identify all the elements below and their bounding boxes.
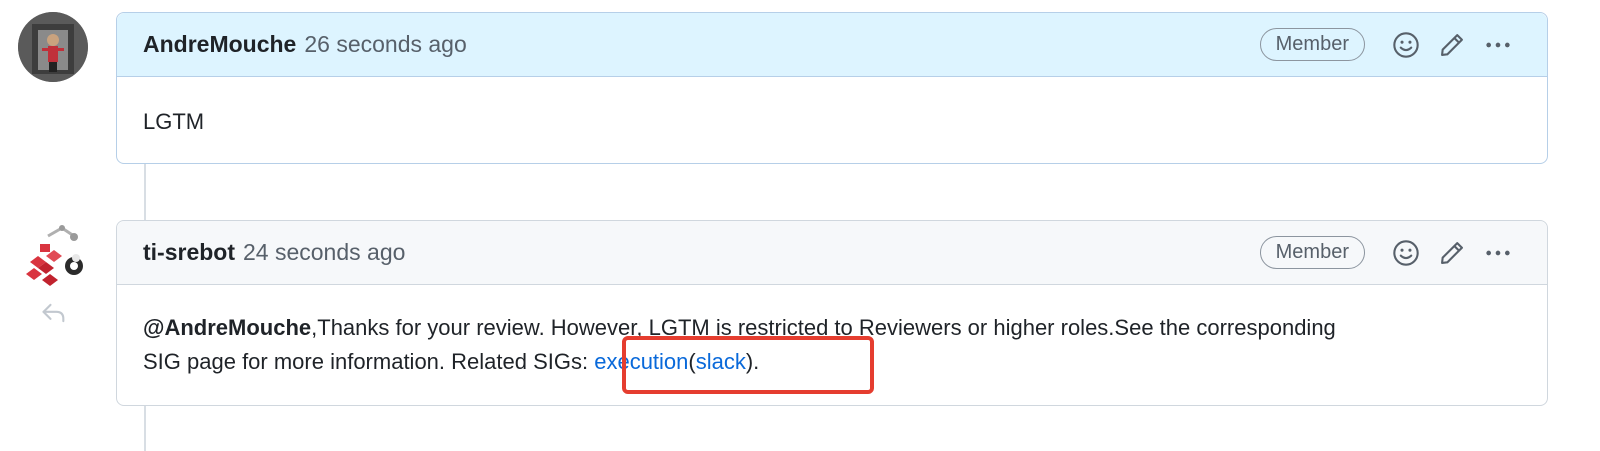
member-badge: Member — [1259, 28, 1365, 61]
pencil-icon — [1441, 241, 1463, 264]
avatar-image — [18, 12, 88, 82]
pencil-icon — [1441, 33, 1463, 56]
add-reaction-button[interactable] — [1390, 237, 1422, 269]
smiley-icon — [1393, 239, 1419, 266]
comment-text: LGTM — [143, 109, 205, 134]
avatar[interactable] — [18, 12, 88, 82]
comment-header: AndreMouche 26 seconds ago Member — [117, 13, 1547, 77]
kebab-horizontal-icon — [1486, 42, 1510, 47]
comment-author[interactable]: AndreMouche — [143, 31, 296, 58]
add-reaction-button[interactable] — [1390, 29, 1422, 61]
bot-avatar-image — [26, 225, 83, 286]
member-badge: Member — [1259, 236, 1365, 269]
user-mention-link[interactable]: @AndreMouche — [143, 315, 311, 340]
comment-timestamp[interactable]: 26 seconds ago — [304, 31, 466, 58]
reply-icon[interactable] — [40, 300, 68, 326]
highlight-annotation — [622, 336, 874, 394]
comment-text: SIG page for more information. Related S… — [143, 349, 595, 374]
comment-timestamp[interactable]: 24 seconds ago — [243, 239, 405, 266]
comment-author[interactable]: ti-srebot — [143, 239, 235, 266]
comment: AndreMouche 26 seconds ago Member LGTM — [116, 12, 1548, 164]
smiley-icon — [1393, 31, 1419, 58]
kebab-horizontal-icon — [1486, 250, 1510, 255]
edit-button[interactable] — [1436, 29, 1468, 61]
edit-button[interactable] — [1436, 237, 1468, 269]
comment-header: ti-srebot 24 seconds ago Member — [117, 221, 1547, 285]
more-options-button[interactable] — [1482, 29, 1514, 61]
more-options-button[interactable] — [1482, 237, 1514, 269]
bot-avatar[interactable] — [18, 220, 88, 290]
comment-body: LGTM — [117, 77, 1547, 139]
